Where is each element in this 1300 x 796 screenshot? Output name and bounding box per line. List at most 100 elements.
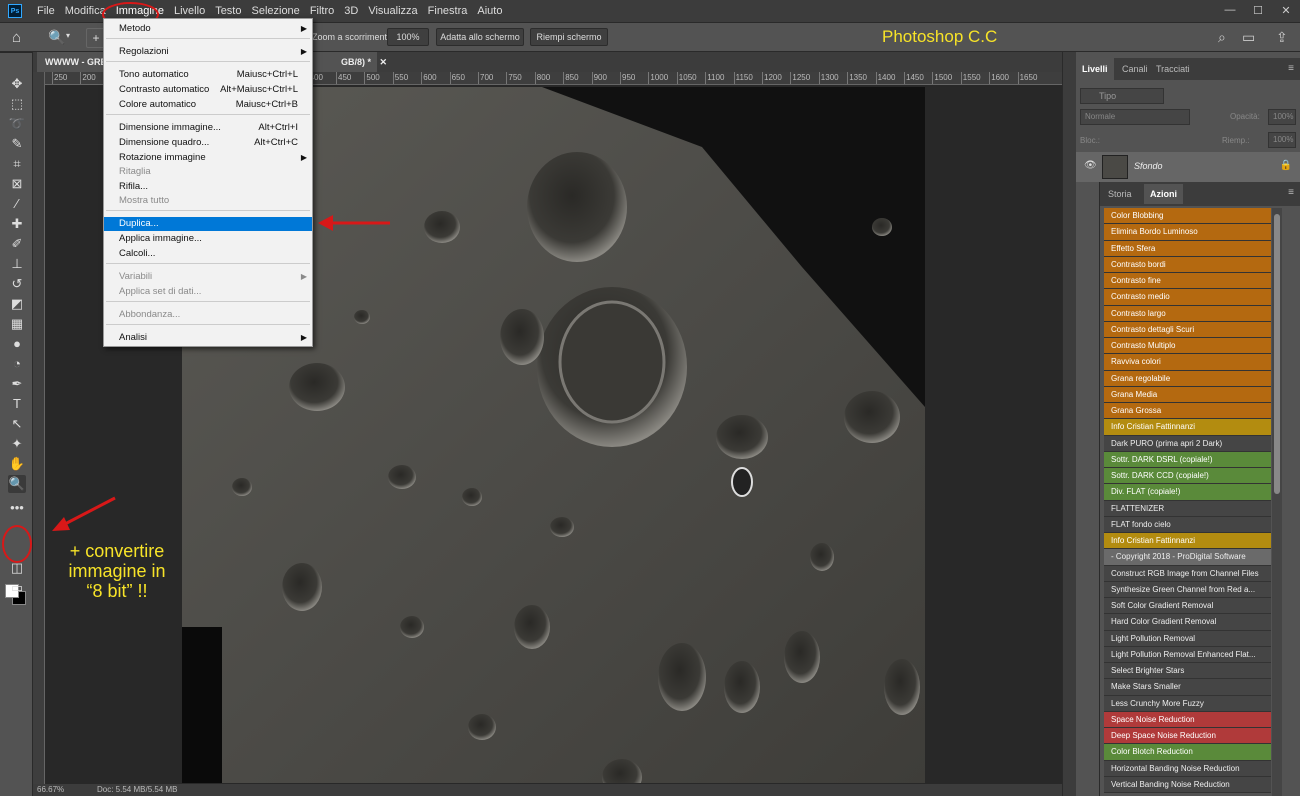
menu-item-metodo[interactable]: Metodo ▶ (104, 22, 312, 36)
stamp-icon[interactable]: ⊥ (8, 255, 26, 273)
frame-icon[interactable]: ⊠ (8, 175, 26, 193)
close-button[interactable]: ✕ (1272, 0, 1300, 20)
action-item[interactable]: FLAT fondo cielo (1104, 516, 1271, 533)
more-tools-icon[interactable]: ••• (8, 499, 26, 517)
action-item[interactable]: Info Cristian Fattinnanzi (1104, 533, 1271, 550)
action-item[interactable]: Elimina Bordo Luminoso (1104, 224, 1271, 241)
zoom-tool-icon[interactable]: 🔍 (48, 29, 65, 46)
menu-item-dimensione-immagine[interactable]: Dimensione immagine... Alt+Ctrl+I (104, 121, 312, 135)
actions-menu-icon[interactable]: ≡ (1288, 187, 1294, 198)
action-item[interactable]: Synthesize Green Channel from Red a... (1104, 581, 1271, 598)
menu-item-applica-immagine[interactable]: Applica immagine... (104, 232, 312, 246)
menu-item-analisi[interactable]: Analisi ▶ (104, 331, 312, 345)
action-item[interactable]: Div. FLAT (copiale!) (1104, 484, 1271, 501)
blend-mode-select[interactable]: Normale (1080, 109, 1190, 125)
action-item[interactable]: Contrasto Multiplo (1104, 338, 1271, 355)
move-icon[interactable]: ✥ (8, 75, 26, 93)
action-item[interactable]: Contrasto largo (1104, 305, 1271, 322)
share-icon[interactable]: ⇪ (1276, 29, 1288, 46)
menu-3d[interactable]: 3D (339, 0, 363, 22)
action-item[interactable]: Effetto Sfera (1104, 240, 1271, 257)
action-item[interactable]: Contrasto bordi (1104, 256, 1271, 273)
hand-icon[interactable]: ✋ (8, 455, 26, 473)
action-item[interactable]: Vertical Banding Noise Reduction (1104, 776, 1271, 793)
eraser-icon[interactable]: ◩ (8, 295, 26, 313)
type-icon[interactable]: T (8, 395, 26, 413)
menu-finestra[interactable]: Finestra (423, 0, 473, 22)
action-item[interactable]: - Copyright 2018 - ProDigital Software (1104, 549, 1271, 566)
action-item[interactable]: Ravviva colori (1104, 354, 1271, 371)
action-item[interactable]: Sottr. DARK CCD (copiale!) (1104, 468, 1271, 485)
action-item[interactable]: Color Blotch Reduction (1104, 744, 1271, 761)
layer-filter-input[interactable]: Tipo (1080, 88, 1164, 104)
menu-item-contrasto-automatico[interactable]: Contrasto automatico Alt+Maiusc+Ctrl+L (104, 83, 312, 97)
action-item[interactable]: Sottr. DARK DSRL (copiale!) (1104, 451, 1271, 468)
home-icon[interactable]: ⌂ (12, 29, 30, 47)
minimize-button[interactable]: — (1216, 0, 1244, 20)
action-item[interactable]: Color Blobbing (1104, 208, 1271, 225)
opacity-input[interactable]: 100% (1268, 109, 1296, 125)
screen-mode-icon[interactable]: ▭ (8, 579, 26, 597)
tab-tracciati[interactable]: Tracciati (1150, 58, 1196, 80)
blur-icon[interactable]: ● (8, 335, 26, 353)
marquee-icon[interactable]: ⬚ (8, 95, 26, 113)
eyedropper-icon[interactable]: ⁄ (8, 195, 26, 213)
menu-item-colore-automatico[interactable]: Colore automatico Maiusc+Ctrl+B (104, 98, 312, 112)
action-item[interactable]: Construct RGB Image from Channel Files (1104, 565, 1271, 582)
tab-storia[interactable]: Storia (1102, 184, 1138, 204)
fit-screen-button[interactable]: Adatta allo schermo (436, 28, 524, 46)
menu-visualizza[interactable]: Visualizza (363, 0, 422, 22)
action-item[interactable]: Contrasto dettagli Scuri (1104, 321, 1271, 338)
action-item[interactable]: Light Pollution Removal (1104, 630, 1271, 647)
layer-row[interactable]: 👁 Sfondo 🔒 (1076, 152, 1300, 182)
action-item[interactable]: Space Noise Reduction (1104, 711, 1271, 728)
action-item[interactable]: Less Crunchy More Fuzzy (1104, 695, 1271, 712)
menu-item-rotazione-immagine[interactable]: Rotazione immagine ▶ (104, 151, 312, 165)
action-item[interactable]: Dark PURO (prima apri 2 Dark) (1104, 435, 1271, 452)
chevron-down-icon[interactable]: ▾ (66, 31, 70, 40)
action-item[interactable]: Select Brighter Stars (1104, 663, 1271, 680)
maximize-button[interactable]: ☐ (1244, 0, 1272, 20)
scrollbar-thumb[interactable] (1274, 214, 1280, 494)
action-item[interactable]: Soft Color Gradient Removal (1104, 598, 1271, 615)
action-item[interactable]: Deep Space Noise Reduction (1104, 728, 1271, 745)
fill-screen-button[interactable]: Riempi schermo (530, 28, 608, 46)
action-item[interactable]: Horizontal Banding Noise Reduction (1104, 760, 1271, 777)
action-item[interactable]: Info Cristian Fattinnanzi (1104, 419, 1271, 436)
action-item[interactable]: Make Stars Smaller (1104, 679, 1271, 696)
dodge-icon[interactable]: ◔ (8, 355, 26, 373)
action-item[interactable]: Contrasto fine (1104, 273, 1271, 290)
action-item[interactable]: Grana Grossa (1104, 403, 1271, 420)
search-icon[interactable]: ⌕ (1218, 29, 1226, 46)
lasso-icon[interactable]: ➰ (8, 115, 26, 133)
path-select-icon[interactable]: ↖ (8, 415, 26, 433)
scroll-zoom-checkbox-label[interactable]: Zoom a scorrimento (312, 32, 392, 42)
action-item[interactable]: Grana Media (1104, 386, 1271, 403)
tab-azioni[interactable]: Azioni (1144, 184, 1183, 204)
pen-icon[interactable]: ✒ (8, 375, 26, 393)
tab-canali[interactable]: Canali (1116, 58, 1154, 80)
menu-item-dimensione-quadro[interactable]: Dimensione quadro... Alt+Ctrl+C (104, 136, 312, 150)
menu-item-calcoli[interactable]: Calcoli... (104, 247, 312, 261)
history-brush-icon[interactable]: ↺ (8, 275, 26, 293)
fill-input[interactable]: 100% (1268, 132, 1296, 148)
shape-icon[interactable]: ✦ (8, 435, 26, 453)
quick-select-icon[interactable]: ✎ (8, 135, 26, 153)
brush-icon[interactable]: ✐ (8, 235, 26, 253)
zoom-100-button[interactable]: 100% (387, 28, 429, 46)
zoom-icon[interactable]: 🔍 (8, 475, 26, 493)
action-item[interactable]: FLATTENIZER (1104, 500, 1271, 517)
action-item[interactable]: Contrasto medio (1104, 289, 1271, 306)
menu-file[interactable]: File (32, 0, 60, 22)
action-item[interactable]: Grana regolabile (1104, 370, 1271, 387)
action-item[interactable]: Light Pollution Removal Enhanced Flat... (1104, 646, 1271, 663)
workspace-icon[interactable]: ▭ (1242, 29, 1255, 46)
menu-item-tono-automatico[interactable]: Tono automatico Maiusc+Ctrl+L (104, 68, 312, 82)
actions-scrollbar[interactable] (1272, 208, 1282, 796)
menu-item-regolazioni[interactable]: Regolazioni ▶ (104, 45, 312, 59)
menu-aiuto[interactable]: Aiuto (472, 0, 507, 22)
panel-menu-icon[interactable]: ≡ (1288, 63, 1294, 74)
action-item[interactable]: Hard Color Gradient Removal (1104, 614, 1271, 631)
crop-icon[interactable]: ⌗ (8, 155, 26, 173)
menu-item-rifila[interactable]: Rifila... (104, 180, 312, 194)
